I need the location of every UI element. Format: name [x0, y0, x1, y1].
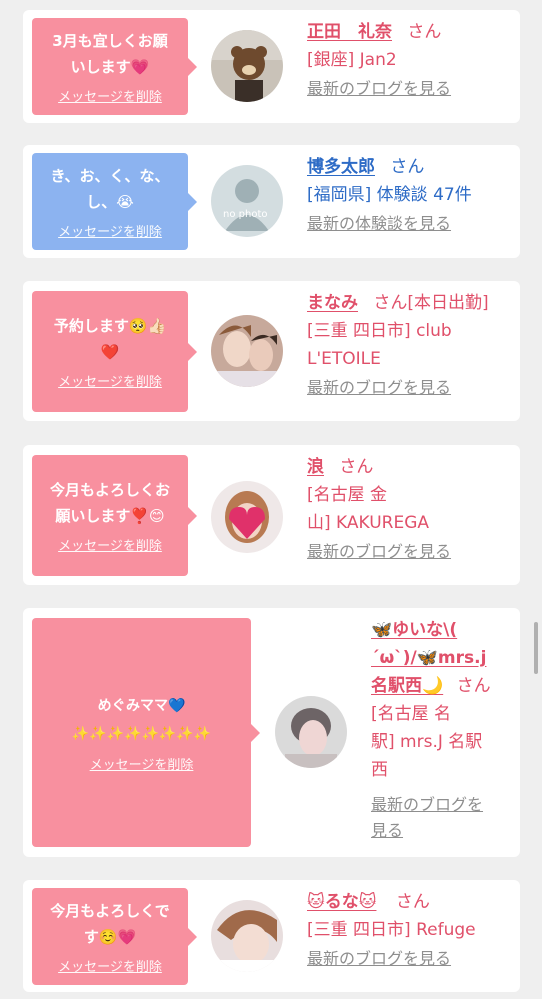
- latest-blog-link[interactable]: 最新のブログを見る: [307, 946, 517, 972]
- latest-blog-link[interactable]: 最新のブログを見る: [307, 76, 517, 102]
- message-bubble: 予約します🥺👍🏻 ❤️ メッセージを削除: [32, 291, 197, 412]
- avatar[interactable]: [211, 315, 283, 387]
- delete-message-link[interactable]: メッセージを削除: [58, 86, 162, 105]
- user-info: まなみ さん[本日出勤] [三重 四日市] club L'ETOILE 最新のブ…: [307, 289, 517, 401]
- honorific: さん: [395, 892, 430, 912]
- honorific: さん: [339, 457, 374, 477]
- message-text: 今月もよろしくで す☺️💗: [50, 902, 170, 946]
- latest-review-link[interactable]: 最新の体験談を見る: [307, 211, 517, 237]
- delete-message-link[interactable]: メッセージを削除: [58, 221, 162, 240]
- message-card: めぐみママ💙 ✨✨✨✨✨✨✨✨ メッセージを削除 🦋ゆいな\( ´ω`)/🦋mr…: [23, 608, 520, 857]
- user-name-link[interactable]: 博多太郎: [307, 157, 375, 177]
- message-bubble: 今月もよろしくお 願いします❣️😊 メッセージを削除: [32, 455, 197, 576]
- avatar-photo: [211, 900, 283, 972]
- message-card: 今月もよろしくお 願いします❣️😊 メッセージを削除 浪 さん [名古屋 金 山…: [23, 445, 520, 585]
- scrollbar[interactable]: [534, 622, 538, 674]
- message-text: 今月もよろしくお 願いします❣️😊: [49, 481, 170, 525]
- message-card: き、お、く、な、 し、😭 メッセージを削除 no photo 博多太郎 さん […: [23, 145, 520, 258]
- honorific: さん[本日出勤]: [373, 293, 489, 313]
- message-bubble: 今月もよろしくで す☺️💗 メッセージを削除: [32, 888, 197, 985]
- latest-blog-link[interactable]: 最新のブログを 見る: [371, 792, 517, 844]
- message-bubble: き、お、く、な、 し、😭 メッセージを削除: [32, 153, 197, 250]
- shop-location: [銀座] Jan2: [307, 50, 397, 70]
- avatar[interactable]: [211, 30, 283, 102]
- user-info: 正田 礼奈 さん [銀座] Jan2 最新のブログを見る: [307, 18, 517, 102]
- no-photo-icon: [211, 165, 283, 237]
- user-name-link[interactable]: 🐱るな🐱: [307, 892, 376, 912]
- avatar[interactable]: no photo: [211, 165, 283, 237]
- delete-message-link[interactable]: メッセージを削除: [90, 754, 194, 773]
- message-text: めぐみママ💙 ✨✨✨✨✨✨✨✨: [71, 698, 212, 742]
- avatar-photo: [211, 30, 283, 102]
- message-bubble: めぐみママ💙 ✨✨✨✨✨✨✨✨ メッセージを削除: [32, 618, 260, 847]
- latest-blog-link[interactable]: 最新のブログを見る: [307, 375, 517, 401]
- delete-message-link[interactable]: メッセージを削除: [58, 371, 162, 390]
- message-text: 3月も宜しくお願 いします💗: [52, 32, 168, 76]
- honorific: さん: [390, 157, 425, 177]
- message-bubble: 3月も宜しくお願 いします💗 メッセージを削除: [32, 18, 197, 115]
- avatar-photo: [211, 481, 283, 553]
- avatar-photo: [275, 696, 347, 768]
- user-name-link[interactable]: 浪: [307, 457, 324, 477]
- message-card: 3月も宜しくお願 いします💗 メッセージを削除 正田 礼奈 さん [銀座] Ja…: [23, 10, 520, 123]
- shop-location: [福岡県] 体験談 47件: [307, 185, 472, 205]
- user-info: 🦋ゆいな\( ´ω`)/🦋mrs.j 名駅西🌙 さん [名古屋 名 駅] mrs…: [371, 616, 517, 844]
- message-text: 予約します🥺👍🏻 ❤️: [53, 317, 167, 361]
- user-info: 🐱るな🐱 さん [三重 四日市] Refuge 最新のブログを見る: [307, 888, 517, 972]
- no-photo-label: no photo: [223, 209, 268, 220]
- message-text: き、お、く、な、 し、😭: [50, 167, 170, 211]
- avatar[interactable]: [275, 696, 347, 768]
- honorific: さん: [456, 676, 491, 696]
- latest-blog-link[interactable]: 最新のブログを見る: [307, 539, 517, 565]
- user-info: 博多太郎 さん [福岡県] 体験談 47件 最新の体験談を見る: [307, 153, 517, 237]
- delete-message-link[interactable]: メッセージを削除: [58, 956, 162, 975]
- shop-location: [名古屋 名 駅] mrs.J 名駅 西: [371, 704, 483, 780]
- user-info: 浪 さん [名古屋 金 山] KAKUREGA 最新のブログを見る: [307, 453, 517, 565]
- user-name-link[interactable]: 正田 礼奈: [307, 22, 392, 42]
- user-name-link[interactable]: まなみ: [307, 293, 358, 313]
- shop-location: [三重 四日市] Refuge: [307, 920, 476, 940]
- shop-location: [名古屋 金 山] KAKUREGA: [307, 485, 430, 533]
- delete-message-link[interactable]: メッセージを削除: [58, 535, 162, 554]
- avatar[interactable]: [211, 900, 283, 972]
- avatar[interactable]: [211, 481, 283, 553]
- honorific: さん: [407, 22, 442, 42]
- message-card: 予約します🥺👍🏻 ❤️ メッセージを削除 まなみ さん[本日出勤] [三重 四日…: [23, 281, 520, 421]
- avatar-photo: [211, 315, 283, 387]
- shop-location: [三重 四日市] club L'ETOILE: [307, 321, 452, 369]
- message-card: 今月もよろしくで す☺️💗 メッセージを削除 🐱るな🐱 さん [三重 四日市] …: [23, 880, 520, 992]
